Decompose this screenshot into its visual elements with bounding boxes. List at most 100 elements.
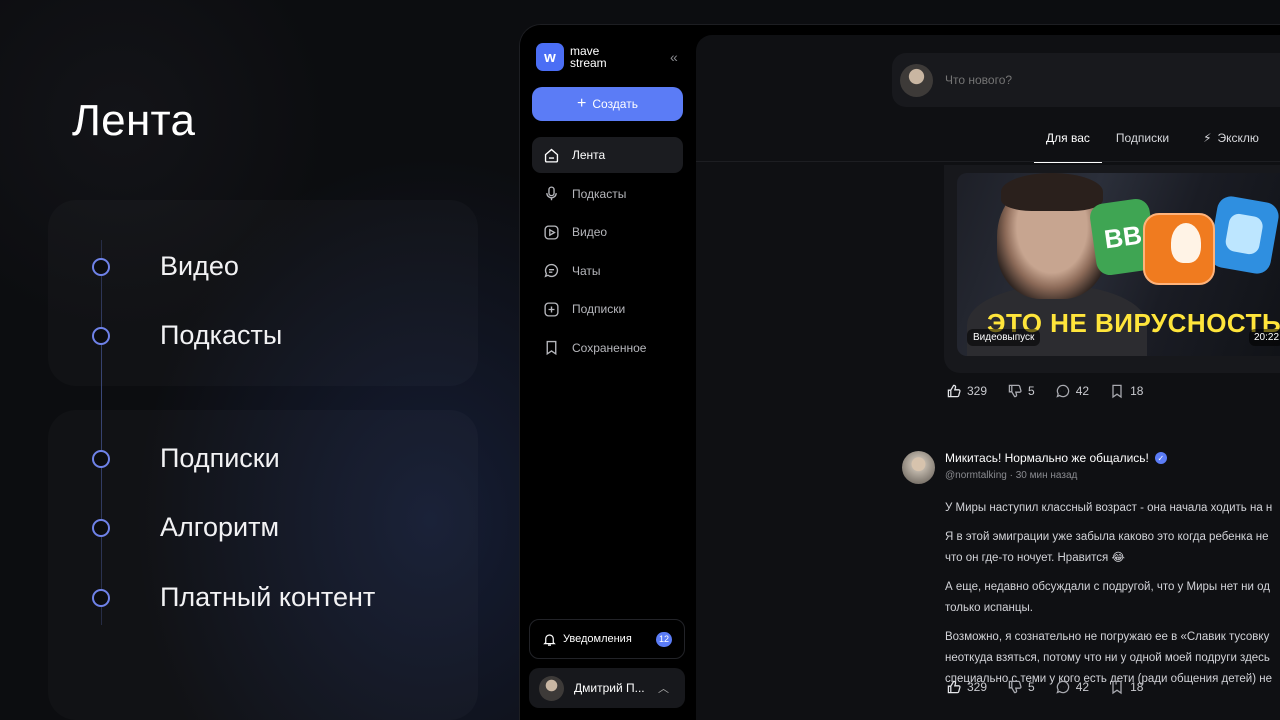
chat-icon xyxy=(542,262,560,280)
plus-square-icon xyxy=(542,300,560,318)
thumbs-down-icon xyxy=(1008,680,1022,694)
tabs-divider xyxy=(696,161,1280,162)
compose-input[interactable] xyxy=(945,73,1245,87)
verified-icon: ✓ xyxy=(1154,452,1167,464)
app-logo-blue xyxy=(1207,194,1280,276)
sidebar-item-label: Чаты xyxy=(572,263,601,278)
tab-exclusive[interactable]: ⚡ Эксклю xyxy=(1191,131,1271,161)
author-avatar[interactable] xyxy=(902,451,935,484)
dislike-count: 5 xyxy=(1028,680,1035,694)
slide-title: Лента xyxy=(72,96,196,145)
comment-icon xyxy=(1056,384,1069,398)
collapse-sidebar-button[interactable]: « xyxy=(670,49,678,65)
video-card[interactable]: BB ЭТО НЕ ВИРУСНОСТЬ Видеовыпуск 20:22 xyxy=(944,165,1280,373)
logo[interactable]: w mave stream xyxy=(536,43,607,71)
sidebar-item-label: Лента xyxy=(572,148,606,162)
like-button[interactable]: 329 xyxy=(946,383,987,399)
compose-box[interactable] xyxy=(892,53,1280,107)
user-name: Дмитрий П... xyxy=(574,681,645,695)
save-button[interactable]: 18 xyxy=(1109,679,1143,695)
avatar xyxy=(900,63,933,97)
app-logo-orange xyxy=(1143,213,1215,285)
sidebar-item-label: Подкасты xyxy=(572,186,627,201)
bell-icon xyxy=(542,632,557,647)
wave-logo-icon: w xyxy=(536,43,564,71)
post-author[interactable]: Микитась! Нормально же общались! ✓ xyxy=(945,451,1167,465)
create-button[interactable]: + Создать xyxy=(532,87,683,121)
slide-panel-top xyxy=(48,200,478,386)
tab-subscriptions[interactable]: Подписки xyxy=(1104,131,1181,161)
post-paragraph: Я в этой эмиграции уже забыла каково это… xyxy=(945,531,1269,564)
feed-tabs: Для вас Подписки ⚡ Эксклю xyxy=(1034,131,1271,163)
bookmark-icon xyxy=(542,339,560,357)
timeline-dot xyxy=(92,327,110,345)
timeline-dot xyxy=(92,589,110,607)
video-actions: 329 5 42 18 xyxy=(946,383,1163,399)
like-button[interactable]: 329 xyxy=(946,679,987,695)
create-button-label: Создать xyxy=(592,97,638,111)
comment-icon xyxy=(1056,680,1069,694)
timeline-label: Подписки xyxy=(160,443,280,473)
sidebar-item-label: Видео xyxy=(572,225,608,239)
timeline-label: Видео xyxy=(160,251,239,281)
video-thumbnail[interactable]: BB ЭТО НЕ ВИРУСНОСТЬ Видеовыпуск 20:22 xyxy=(957,173,1280,356)
timeline-dot xyxy=(92,450,110,468)
timeline-line xyxy=(101,240,102,625)
post-time: 30 мин назад xyxy=(1015,470,1078,481)
timeline-item-podcasts: Подкасты xyxy=(92,320,282,350)
lightning-icon: ⚡ xyxy=(1203,131,1212,145)
author-name: Микитась! Нормально же общались! xyxy=(945,451,1149,465)
thumbnail-person-hair xyxy=(1001,173,1103,211)
dislike-button[interactable]: 5 xyxy=(1007,679,1035,695)
timeline-label: Платный контент xyxy=(160,582,376,612)
home-icon xyxy=(542,146,560,164)
post-meta: @normtalking · 30 мин назад xyxy=(945,470,1167,481)
dislike-button[interactable]: 5 xyxy=(1007,383,1035,399)
like-count: 329 xyxy=(967,384,988,398)
sidebar-item-label: Подписки xyxy=(572,302,626,316)
sidebar-item-feed[interactable]: Лента xyxy=(532,137,683,173)
author-handle[interactable]: @normtalking xyxy=(945,470,1007,481)
comment-count: 42 xyxy=(1075,384,1090,398)
sidebar-item-video[interactable]: Видео xyxy=(532,214,683,250)
comment-button[interactable]: 42 xyxy=(1055,679,1089,695)
chevron-up-icon: ︿ xyxy=(658,683,669,695)
timeline-dot xyxy=(92,258,110,276)
timeline-item-video: Видео xyxy=(92,251,239,281)
sidebar-item-subscriptions[interactable]: Подписки xyxy=(532,291,683,327)
play-icon xyxy=(542,223,560,241)
post-paragraph: А еще, недавно обсуждали с подругой, что… xyxy=(945,581,1271,614)
post: Микитась! Нормально же общались! ✓ @norm… xyxy=(902,451,1280,698)
sidebar-item-label: Сохраненное xyxy=(572,340,647,355)
notifications-label: Уведомления xyxy=(563,633,632,645)
save-count: 18 xyxy=(1130,680,1144,694)
user-menu[interactable]: Дмитрий П... ︿ xyxy=(529,668,685,708)
save-count: 18 xyxy=(1130,384,1144,398)
app-window: w mave stream « + Создать Лента Подкасты… xyxy=(519,24,1280,720)
save-button[interactable]: 18 xyxy=(1109,383,1143,399)
like-count: 329 xyxy=(967,680,988,694)
notifications-button[interactable]: Уведомления 12 xyxy=(529,619,685,659)
sidebar-item-chats[interactable]: Чаты xyxy=(532,253,683,289)
sidebar-item-saved[interactable]: Сохраненное xyxy=(532,330,683,366)
timeline-label: Алгоритм xyxy=(160,512,280,542)
video-type-badge: Видеовыпуск xyxy=(967,329,1041,346)
sidebar-item-podcasts[interactable]: Подкасты xyxy=(532,176,683,212)
post-body: У Миры наступил классный возраст - она н… xyxy=(945,498,1280,690)
sidebar-nav: Лента Подкасты Видео Чаты Подписки Сохра… xyxy=(532,137,683,368)
thumbs-down-icon xyxy=(1008,384,1022,398)
thumbs-up-icon xyxy=(947,680,961,694)
comment-button[interactable]: 42 xyxy=(1055,383,1089,399)
timeline-item-algorithm: Алгоритм xyxy=(92,512,279,542)
tab-for-you[interactable]: Для вас xyxy=(1034,131,1102,163)
timeline-dot xyxy=(92,519,110,537)
video-duration: 20:22 xyxy=(1249,329,1280,346)
bookmark-icon xyxy=(1112,384,1122,399)
avatar xyxy=(539,675,564,701)
timeline-label: Подкасты xyxy=(160,320,283,350)
microphone-icon xyxy=(542,185,560,203)
logo-line2: stream xyxy=(570,56,607,70)
thumbs-up-icon xyxy=(947,384,961,398)
sidebar: w mave stream « + Создать Лента Подкасты… xyxy=(520,25,696,720)
post-paragraph: У Миры наступил классный возраст - она н… xyxy=(945,502,1273,514)
